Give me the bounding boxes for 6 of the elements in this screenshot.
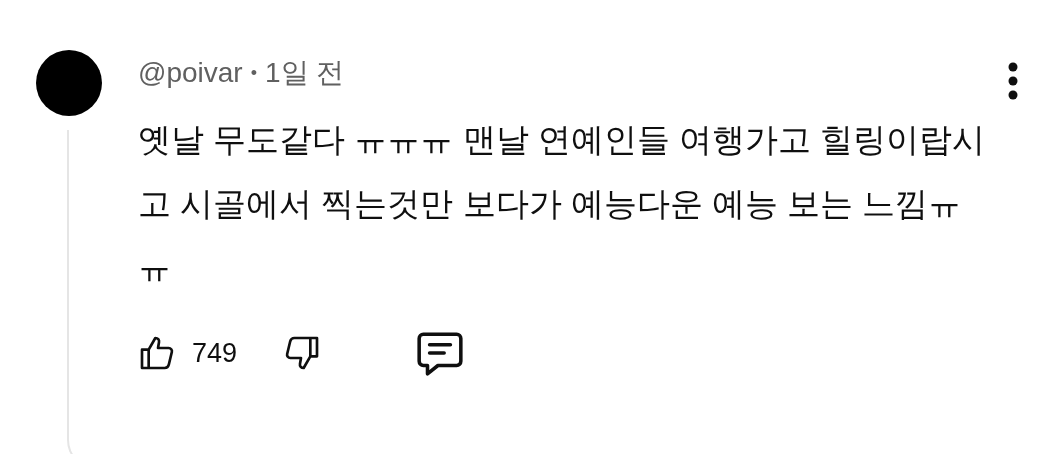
- reply-icon[interactable]: [415, 330, 466, 376]
- separator: •: [250, 61, 257, 85]
- author-name[interactable]: @poivar: [138, 52, 243, 94]
- comment-text: 옛날 무도같다 ㅠㅠㅠ 맨날 연예인들 여행가고 힐링이랍시고 시골에서 찍는것만 보다가 예능다운 예능 보는 느낌ㅠㅠ: [138, 120, 986, 288]
- like-count: 749: [192, 336, 238, 370]
- timestamp: 1일 전: [265, 56, 345, 90]
